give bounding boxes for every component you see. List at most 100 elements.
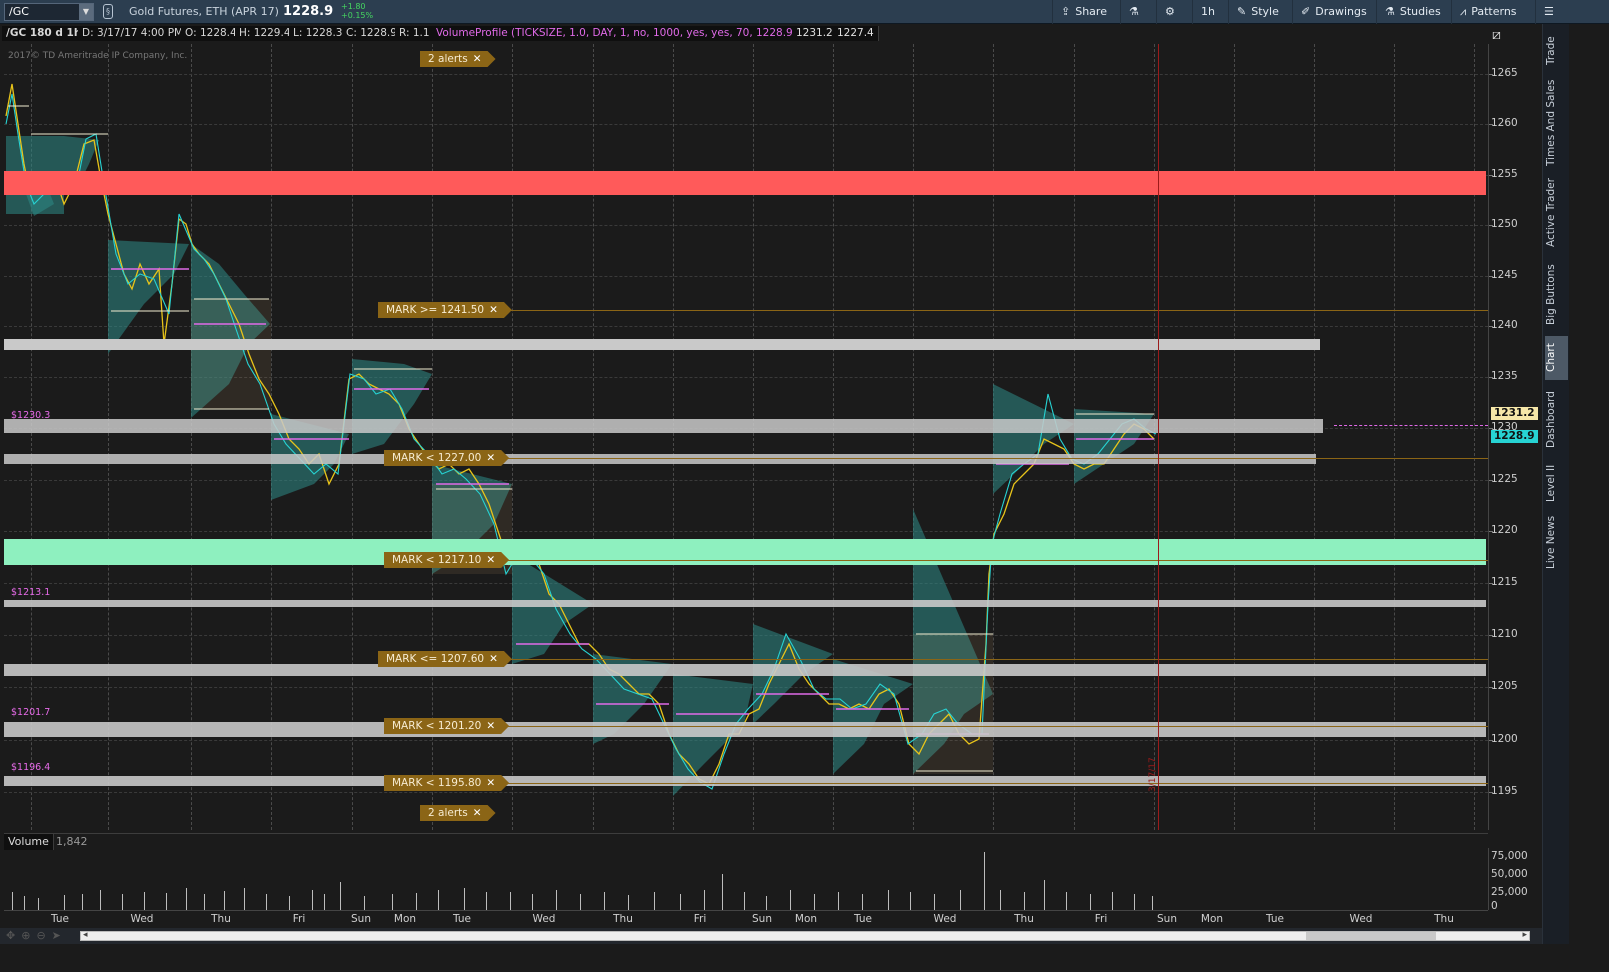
alert-label: MARK < 1201.20 <box>392 720 482 732</box>
alert-line[interactable] <box>494 310 1488 311</box>
timeframe-button[interactable]: 1h <box>1192 0 1223 24</box>
support-zone-green[interactable] <box>4 539 1486 565</box>
studies-label: Studies <box>1399 5 1441 18</box>
price-tick: 1245 <box>1489 269 1518 281</box>
volume-tick: 25,000 <box>1491 886 1528 898</box>
tab-dashboard[interactable]: Dashboard <box>1545 386 1568 454</box>
alert-tag[interactable]: MARK < 1195.80 ✕ <box>384 775 509 791</box>
level-label: $1201.7 <box>11 707 51 718</box>
gear-icon: ⚙ <box>1165 5 1175 18</box>
tab-trade[interactable]: Trade <box>1545 28 1568 74</box>
tab-active-trader[interactable]: Active Trader <box>1545 174 1568 252</box>
tab-level-ii[interactable]: Level II <box>1545 460 1568 506</box>
close-icon[interactable]: ✕ <box>486 554 495 566</box>
level-zone-gray[interactable] <box>4 664 1486 676</box>
alert-tag[interactable]: MARK < 1217.10 ✕ <box>384 552 509 568</box>
patterns-icon: ⩘ <box>1460 5 1467 18</box>
price-axis[interactable]: 1265 1260 1255 1250 1245 1240 1235 1230 … <box>1488 44 1540 830</box>
volume-axis: 75,000 50,000 25,000 0 <box>1488 848 1540 912</box>
net-change-percent: +0.15% <box>341 11 374 20</box>
chart-title[interactable]: /GC 180 d 1h <box>2 26 87 41</box>
bar-high: H: 1229.4 <box>235 26 296 41</box>
alert-label: MARK < 1227.00 <box>392 452 482 464</box>
scroll-right-icon[interactable]: ▸ <box>1522 930 1527 940</box>
volume-pane[interactable]: Volume 1,842 <box>4 833 1488 910</box>
alert-tag[interactable]: MARK <= 1207.60 ✕ <box>378 651 512 667</box>
resistance-zone-red[interactable] <box>4 171 1486 195</box>
close-icon[interactable]: ✕ <box>486 777 495 789</box>
level-zone-gray[interactable] <box>4 419 1323 433</box>
menu-icon: ☰ <box>1544 5 1554 18</box>
symbol-text[interactable]: /GC <box>9 5 29 18</box>
close-icon[interactable]: ✕ <box>486 720 495 732</box>
close-icon[interactable]: ✕ <box>473 53 482 65</box>
alerts-group-tag[interactable]: 2 alerts ✕ <box>420 805 496 821</box>
time-tick: Tue <box>854 913 872 925</box>
close-icon[interactable]: ✕ <box>486 452 495 464</box>
expiration-label: 3/17/17 <box>1148 757 1158 792</box>
time-tick: Sun <box>1157 913 1177 925</box>
patterns-button[interactable]: ⩘ Patterns <box>1451 0 1525 24</box>
alert-line[interactable] <box>494 458 1488 459</box>
tab-big-buttons[interactable]: Big Buttons <box>1545 260 1568 330</box>
zoom-controls[interactable]: ✥⊕⊖➤ <box>6 929 67 942</box>
time-axis[interactable]: Tue Wed Thu Fri Sun Mon Tue Wed Thu Fri … <box>4 910 1488 927</box>
settings-button[interactable]: ⚙ <box>1156 0 1188 24</box>
time-tick: Mon <box>393 913 417 925</box>
tab-times-and-sales[interactable]: Times And Sales <box>1545 80 1568 166</box>
alert-line[interactable] <box>494 726 1488 727</box>
alert-line[interactable] <box>494 560 1488 561</box>
alert-line[interactable] <box>494 783 1488 784</box>
level-label: $1196.4 <box>11 762 51 773</box>
level-zone-gray[interactable] <box>4 339 1320 350</box>
menu-button[interactable]: ☰ <box>1535 0 1567 24</box>
studies-button[interactable]: ⚗ Studies <box>1376 0 1449 24</box>
chart-style-icon[interactable]: ⧄ <box>1492 27 1501 43</box>
cursor-icon[interactable]: ➤ <box>52 929 67 942</box>
patterns-label: Patterns <box>1471 5 1517 18</box>
study-label[interactable]: VolumeProfile (TICKSIZE, 1.0, DAY, 1, no… <box>432 26 779 41</box>
alert-tag[interactable]: MARK < 1201.20 ✕ <box>384 718 509 734</box>
price-chart-area[interactable]: $1230.3 $1213.1 $1201.7 $1196.4 2 alerts… <box>4 44 1488 830</box>
scrollbar-thumb[interactable] <box>1306 932 1436 940</box>
tab-live-news[interactable]: Live News <box>1545 512 1568 572</box>
horizontal-scrollbar[interactable]: ◂ ▸ <box>80 930 1530 941</box>
flask-button[interactable]: ⚗ <box>1120 0 1152 24</box>
zoom-out-icon[interactable]: ⊖ <box>36 929 51 942</box>
scroll-left-icon[interactable]: ◂ <box>83 930 88 940</box>
link-icon[interactable]: § <box>103 4 113 19</box>
time-tick: Tue <box>453 913 471 925</box>
time-tick: Mon <box>1200 913 1224 925</box>
bar-date: D: 3/17/17 4:00 PM <box>78 26 189 41</box>
pencil-icon: ✐ <box>1301 5 1311 18</box>
pan-icon[interactable]: ✥ <box>6 929 21 942</box>
alert-tag[interactable]: MARK < 1227.00 ✕ <box>384 450 509 466</box>
alert-label: MARK < 1217.10 <box>392 554 482 566</box>
level-zone-gray[interactable] <box>4 454 1316 464</box>
alert-line[interactable] <box>494 659 1488 660</box>
alert-tag[interactable]: MARK >= 1241.50 ✕ <box>378 302 512 318</box>
last-price: 1228.9 <box>283 4 334 19</box>
level-zone-gray[interactable] <box>4 776 1486 786</box>
style-icon: ✎ <box>1237 5 1247 18</box>
close-icon[interactable]: ✕ <box>489 304 498 316</box>
study-value-1: 1228.9 <box>752 26 798 41</box>
zoom-in-icon[interactable]: ⊕ <box>21 929 36 942</box>
time-tick: Thu <box>1434 913 1454 925</box>
level-zone-gray[interactable] <box>4 600 1486 607</box>
price-tick: 1200 <box>1489 733 1518 745</box>
level-zone-gray[interactable] <box>4 722 1486 737</box>
alert-label: MARK <= 1207.60 <box>386 653 485 665</box>
time-tick: Sun <box>351 913 371 925</box>
share-button[interactable]: ⇪ Share <box>1052 0 1115 24</box>
thinkorswim-chart-window: /GC ▼ § Gold Futures, ETH (APR 17) 1228.… <box>0 0 1609 972</box>
symbol-selector[interactable]: /GC ▼ <box>4 3 94 21</box>
chevron-down-icon[interactable]: ▼ <box>79 4 93 20</box>
high-price-badge: 1231.2 <box>1491 407 1538 420</box>
close-icon[interactable]: ✕ <box>473 807 482 819</box>
close-icon[interactable]: ✕ <box>489 653 498 665</box>
style-button[interactable]: ✎ Style <box>1228 0 1287 24</box>
alerts-group-tag[interactable]: 2 alerts ✕ <box>420 51 496 67</box>
tab-chart[interactable]: Chart <box>1545 336 1568 380</box>
drawings-button[interactable]: ✐ Drawings <box>1292 0 1375 24</box>
